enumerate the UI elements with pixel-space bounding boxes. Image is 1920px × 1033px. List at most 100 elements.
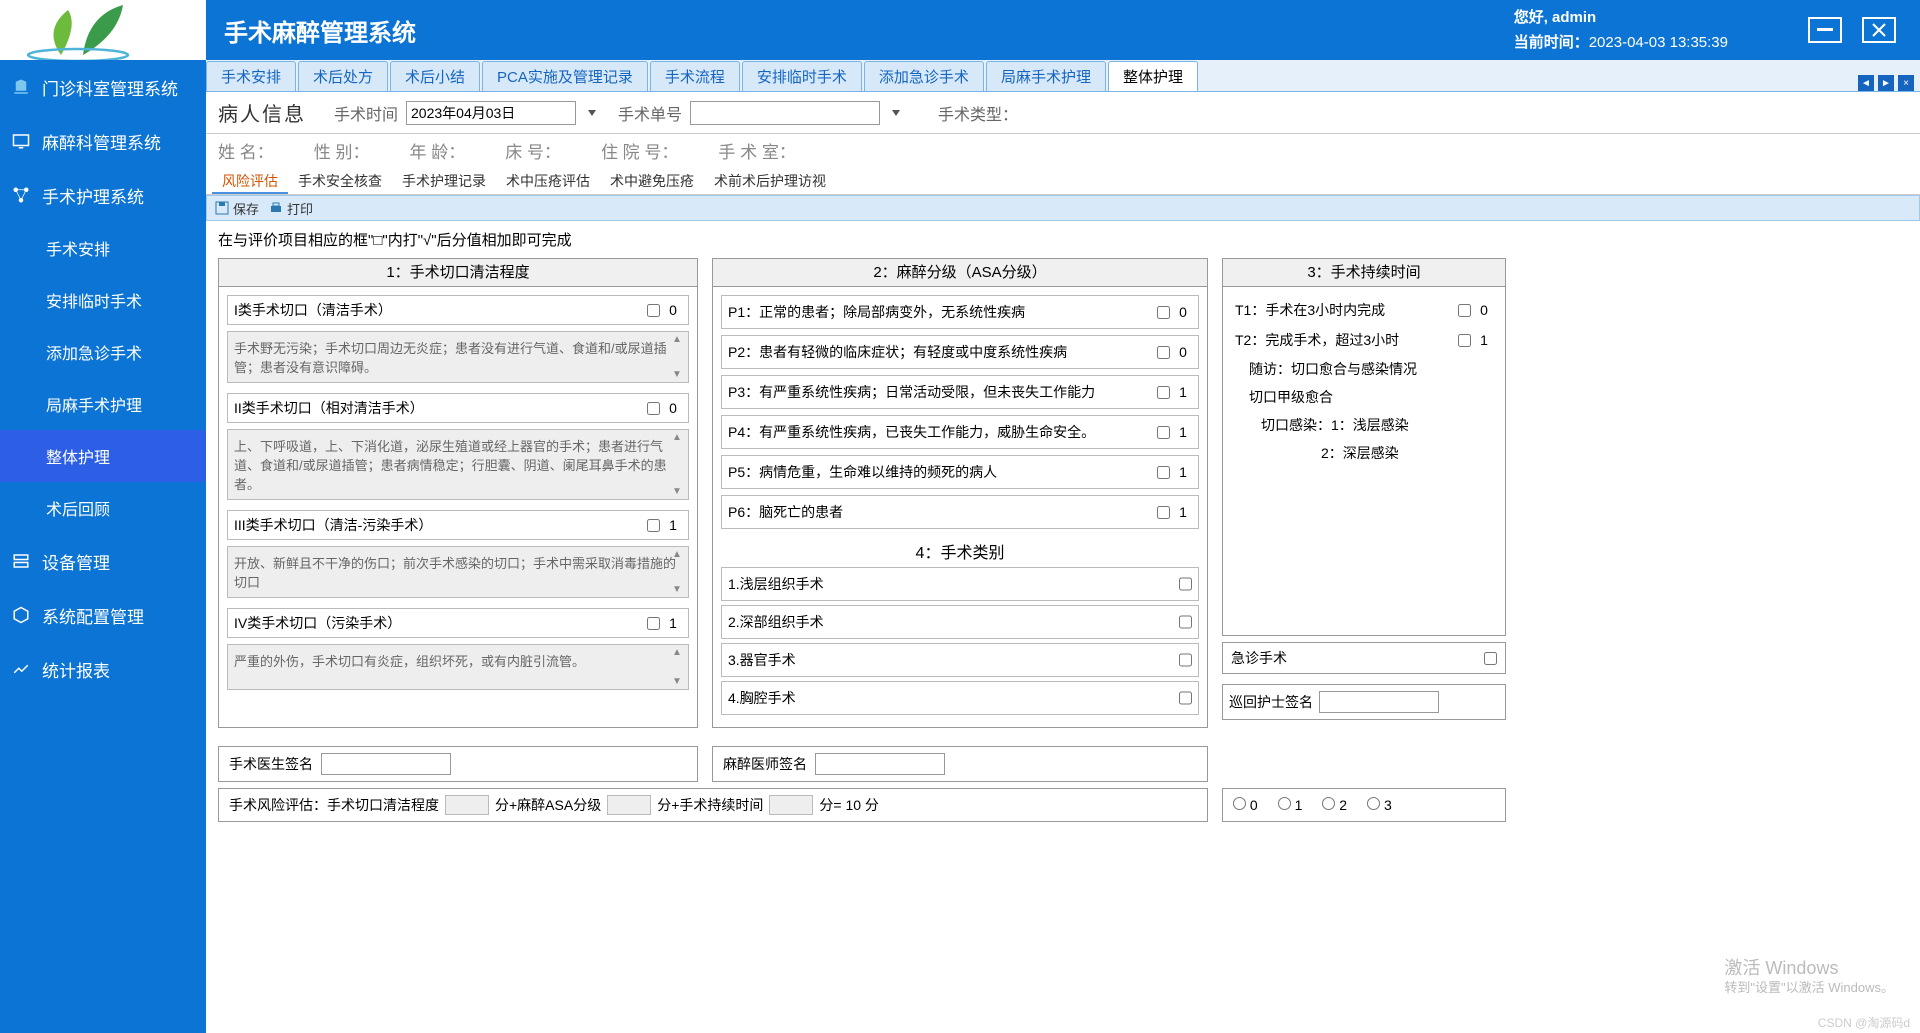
save-label: 保存 xyxy=(233,199,259,218)
score-radios: 0 1 2 3 xyxy=(1222,788,1506,822)
surg-check[interactable] xyxy=(1179,612,1192,632)
tab-local-anesth[interactable]: 局麻手术护理 xyxy=(986,61,1106,91)
nurse-sig-label: 巡回护士签名 xyxy=(1229,692,1313,712)
radio-0[interactable]: 0 xyxy=(1233,797,1258,813)
asa-check[interactable] xyxy=(1157,426,1170,439)
cube-icon xyxy=(12,606,30,624)
network-icon xyxy=(12,186,30,204)
close-button[interactable] xyxy=(1862,17,1896,43)
infection-1-label: 切口感染：1：浅层感染 xyxy=(1231,411,1497,439)
minimize-button[interactable] xyxy=(1808,17,1842,43)
incision-check[interactable] xyxy=(647,617,660,630)
incision-check[interactable] xyxy=(647,519,660,532)
sidebar-sub-temp[interactable]: 安排临时手术 xyxy=(0,274,206,326)
sidebar-sub-emergency[interactable]: 添加急诊手术 xyxy=(0,326,206,378)
subtab-nursing-rec[interactable]: 手术护理记录 xyxy=(392,167,496,194)
sidebar-item-device[interactable]: 设备管理 xyxy=(0,534,206,588)
subtab-avoid-pressure[interactable]: 术中避免压疮 xyxy=(600,167,704,194)
tab-pca[interactable]: PCA实施及管理记录 xyxy=(482,61,648,91)
anesth-sig-input[interactable] xyxy=(815,753,945,775)
surg-check[interactable] xyxy=(1179,574,1192,594)
sidebar: 门诊科室管理系统 麻醉科管理系统 手术护理系统 手术安排 安排临时手术 添加急诊… xyxy=(0,60,206,1033)
nurse-sig-input[interactable] xyxy=(1319,691,1439,713)
sidebar-item-surgery-nursing[interactable]: 手术护理系统 xyxy=(0,168,206,222)
tab-nav: ◄ ► × xyxy=(1858,75,1920,91)
sidebar-sub-review[interactable]: 术后回顾 xyxy=(0,482,206,534)
main-area: 手术安排 术后处方 术后小结 PCA实施及管理记录 手术流程 安排临时手术 添加… xyxy=(206,60,1920,1033)
emergency-row: 急诊手术 xyxy=(1222,642,1506,674)
building-icon xyxy=(12,78,30,96)
subtab-visit[interactable]: 术前术后护理访视 xyxy=(704,167,836,194)
incision-check[interactable] xyxy=(647,402,660,415)
incision-row-1: I类手术切口（清洁手术）0 xyxy=(227,295,689,325)
duration-check[interactable] xyxy=(1458,304,1471,317)
tab-holistic[interactable]: 整体护理 xyxy=(1108,61,1198,91)
sidebar-item-stats[interactable]: 统计报表 xyxy=(0,642,206,696)
tab-postop-rx[interactable]: 术后处方 xyxy=(298,61,388,91)
sidebar-sub-arrange[interactable]: 手术安排 xyxy=(0,222,206,274)
radio-1[interactable]: 1 xyxy=(1278,797,1303,813)
print-icon xyxy=(269,201,283,215)
surg-check[interactable] xyxy=(1179,688,1192,708)
scroll-icon[interactable]: ▲▼ xyxy=(672,549,686,595)
sidebar-item-label: 麻醉科管理系统 xyxy=(42,129,161,154)
incision-check[interactable] xyxy=(647,304,660,317)
server-icon xyxy=(12,552,30,570)
bed-label: 床 号： xyxy=(505,138,561,163)
op-type-label: 手术类型： xyxy=(938,101,1018,125)
scroll-icon[interactable]: ▲▼ xyxy=(672,647,686,687)
chevron-down-icon[interactable] xyxy=(588,110,596,116)
asa-check[interactable] xyxy=(1157,506,1170,519)
score-duration-input[interactable] xyxy=(769,795,813,815)
tab-arrange[interactable]: 手术安排 xyxy=(206,61,296,91)
sidebar-item-config[interactable]: 系统配置管理 xyxy=(0,588,206,642)
tab-temp-surgery[interactable]: 安排临时手术 xyxy=(742,61,862,91)
tab-process[interactable]: 手术流程 xyxy=(650,61,740,91)
sidebar-sub-holistic[interactable]: 整体护理 xyxy=(0,430,206,482)
chevron-down-icon[interactable] xyxy=(892,110,900,116)
emergency-check[interactable] xyxy=(1484,652,1497,665)
patient-info-row: 病人信息 手术时间 手术单号 手术类型： xyxy=(206,92,1920,134)
score-label: 手术风险评估：手术切口清洁程度 xyxy=(229,795,439,815)
duration-check[interactable] xyxy=(1458,334,1471,347)
asa-row: P1：正常的患者；除局部病变外，无系统性疾病0 xyxy=(721,295,1199,329)
surgeon-sig-input[interactable] xyxy=(321,753,451,775)
tab-postop-summary[interactable]: 术后小结 xyxy=(390,61,480,91)
room-label: 手 术 室： xyxy=(718,138,795,163)
subtab-risk[interactable]: 风险评估 xyxy=(212,167,288,194)
sidebar-sub-local[interactable]: 局麻手术护理 xyxy=(0,378,206,430)
monitor-icon xyxy=(12,132,30,150)
scroll-icon[interactable]: ▲▼ xyxy=(672,432,686,497)
surg-check[interactable] xyxy=(1179,650,1192,670)
sidebar-item-label: 门诊科室管理系统 xyxy=(42,75,178,100)
tab-prev-icon[interactable]: ◄ xyxy=(1858,75,1874,91)
asa-check[interactable] xyxy=(1157,386,1170,399)
radio-2[interactable]: 2 xyxy=(1322,797,1347,813)
save-icon xyxy=(215,201,229,215)
incision-row-3: III类手术切口（清洁-污染手术）1 xyxy=(227,510,689,540)
radio-3[interactable]: 3 xyxy=(1367,797,1392,813)
score-asa-input[interactable] xyxy=(607,795,651,815)
asa-check[interactable] xyxy=(1157,346,1170,359)
sidebar-sub-label: 整体护理 xyxy=(46,444,110,468)
subtab-pressure[interactable]: 术中压疮评估 xyxy=(496,167,600,194)
tab-close-icon[interactable]: × xyxy=(1898,75,1914,91)
save-button[interactable]: 保存 xyxy=(215,199,259,218)
print-button[interactable]: 打印 xyxy=(269,199,313,218)
sidebar-item-label: 设备管理 xyxy=(42,549,110,574)
op-time-input[interactable] xyxy=(406,101,576,125)
asa-check[interactable] xyxy=(1157,306,1170,319)
tab-next-icon[interactable]: ► xyxy=(1878,75,1894,91)
score-incision-input[interactable] xyxy=(445,795,489,815)
sidebar-item-anesthesia[interactable]: 麻醉科管理系统 xyxy=(0,114,206,168)
sex-label: 性 别： xyxy=(314,138,370,163)
app-title: 手术麻醉管理系统 xyxy=(224,13,1514,48)
tab-add-emergency[interactable]: 添加急诊手术 xyxy=(864,61,984,91)
op-no-input[interactable] xyxy=(690,101,880,125)
asa-check[interactable] xyxy=(1157,466,1170,479)
scroll-icon[interactable]: ▲▼ xyxy=(672,334,686,380)
sidebar-item-outpatient[interactable]: 门诊科室管理系统 xyxy=(0,60,206,114)
subtab-safety[interactable]: 手术安全核查 xyxy=(288,167,392,194)
nurse-signature: 巡回护士签名 xyxy=(1222,684,1506,720)
surgeon-sig-label: 手术医生签名 xyxy=(229,754,313,774)
